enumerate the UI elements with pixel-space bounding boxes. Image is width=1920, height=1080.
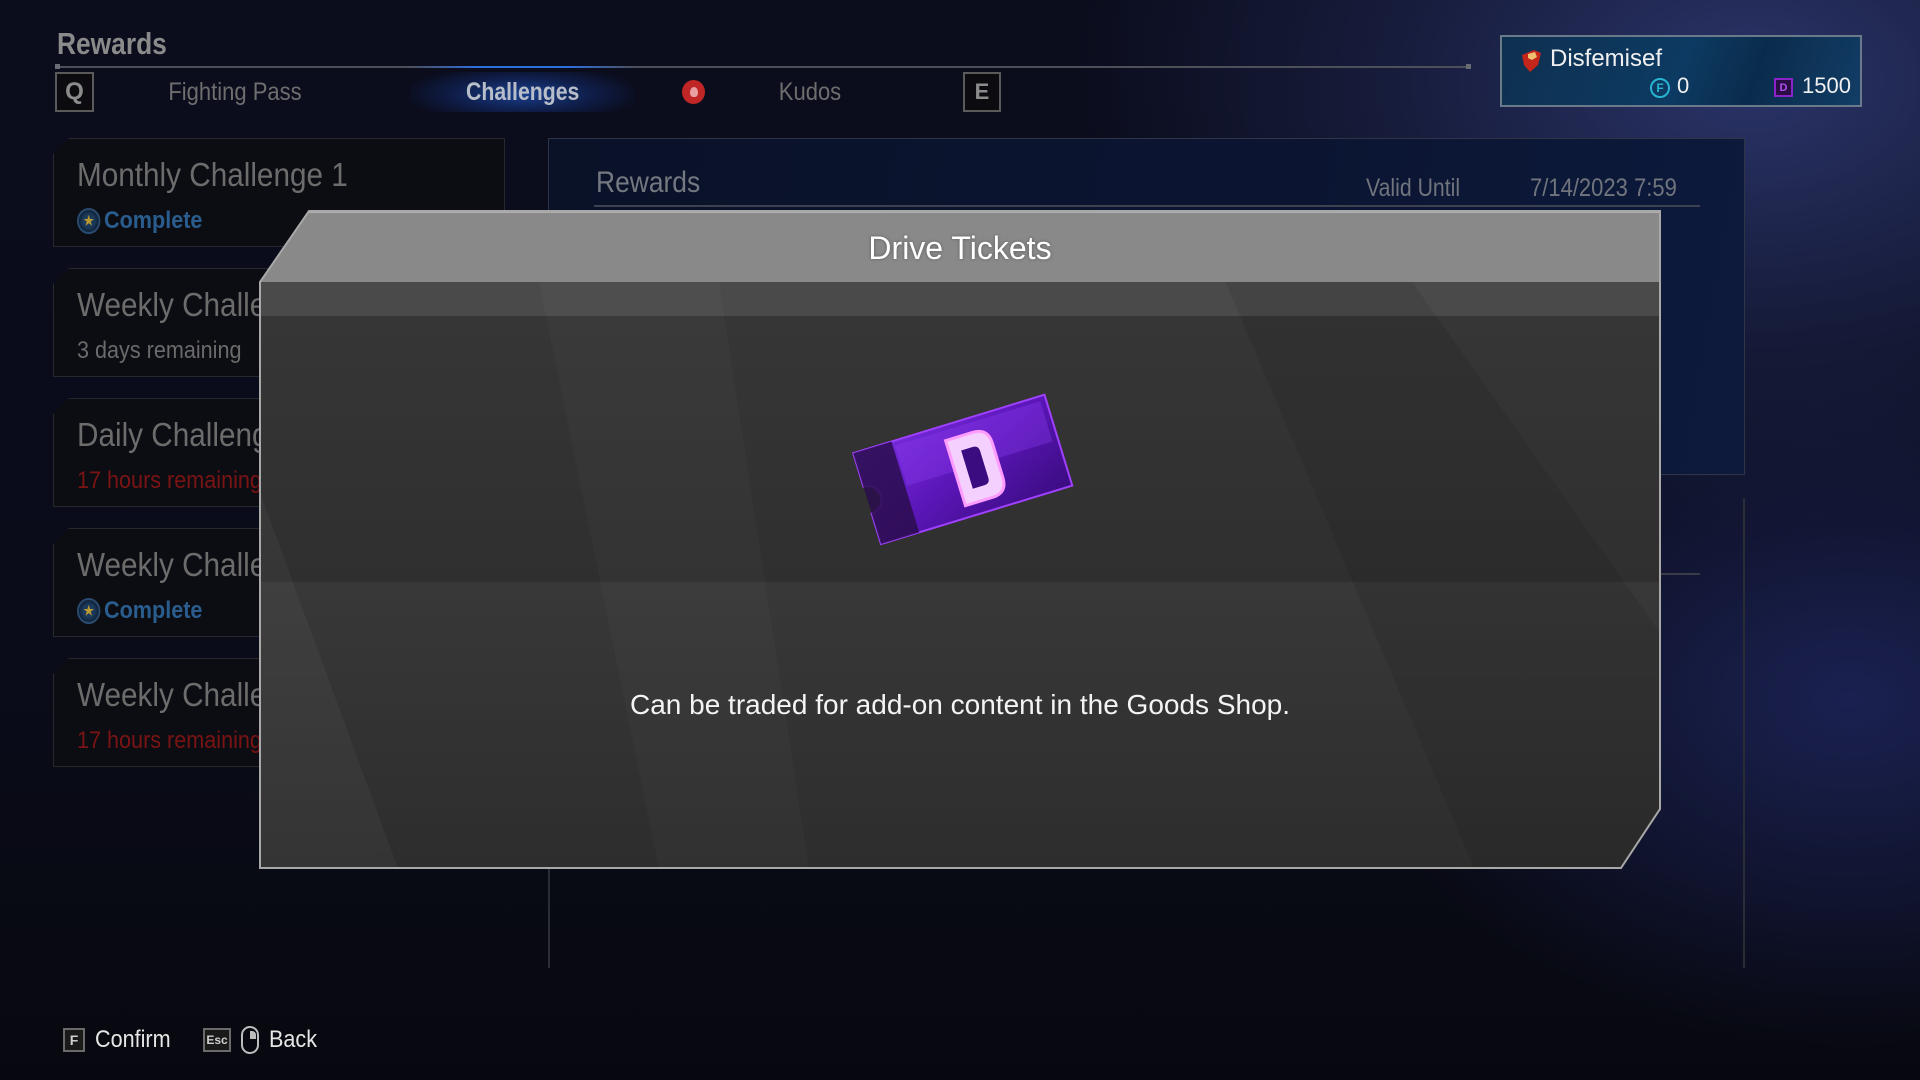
mouse-right-click-icon <box>241 1026 260 1054</box>
esc-key-icon: Esc <box>203 1028 232 1052</box>
dialog-body: Can be traded for add-on content in the … <box>259 282 1661 869</box>
confirm-key-icon: F <box>63 1028 85 1052</box>
dialog-title: Drive Tickets <box>868 230 1052 266</box>
character-avatar-icon <box>1522 50 1541 72</box>
page-title: Rewards <box>57 26 167 61</box>
player-profile: Disfemisef F 0 D 1500 <box>1500 35 1862 107</box>
valid-until-label: Valid Until <box>1366 174 1461 202</box>
drive-ticket-currency-icon: D <box>1774 78 1793 97</box>
challenge-status: 3 days remaining <box>77 337 242 364</box>
fighter-coin-icon: F <box>1650 78 1670 98</box>
tab-challenges[interactable]: Challenges <box>410 66 635 112</box>
background-facet <box>539 282 809 869</box>
button-hints: F Confirm Esc Back <box>63 1024 336 1056</box>
tab-challenges-label: Challenges <box>465 77 580 106</box>
challenge-status-text: Complete <box>104 207 203 234</box>
challenge-status-text: Complete <box>104 597 203 624</box>
valid-until-value: 7/14/2023 7:59 <box>1530 174 1677 202</box>
alert-badge-icon <box>682 80 705 104</box>
challenge-title: Daily Challenge <box>77 416 286 453</box>
challenge-title: Monthly Challenge 1 <box>77 156 348 193</box>
challenge-status: ★ Complete <box>77 207 202 235</box>
back-hint[interactable]: Back <box>269 1026 317 1054</box>
rewards-panel-title: Rewards <box>596 166 701 199</box>
prev-tab-key-button[interactable]: Q <box>55 72 94 112</box>
fighter-coin-count: 0 <box>1677 73 1690 98</box>
confirm-hint[interactable]: Confirm <box>95 1026 171 1054</box>
rewards-panel-divider <box>594 205 1700 207</box>
item-info-dialog: Drive Tickets Can be traded for add-on c… <box>259 210 1661 869</box>
complete-medal-icon: ★ <box>77 598 101 624</box>
drive-ticket-count: 1500 <box>1802 73 1851 98</box>
challenge-status: 17 hours remaining <box>77 467 262 494</box>
challenge-status: 17 hours remaining <box>77 727 262 754</box>
header-divider <box>55 64 1471 69</box>
complete-medal-icon: ★ <box>77 208 101 234</box>
dialog-header: Drive Tickets <box>259 210 1661 282</box>
drive-ticket-icon <box>851 393 1074 546</box>
next-tab-key-button[interactable]: E <box>963 72 1001 112</box>
tab-fighting-pass[interactable]: Fighting Pass <box>151 72 318 112</box>
dialog-description: Can be traded for add-on content in the … <box>629 689 1290 720</box>
background-facet <box>1225 282 1661 869</box>
challenge-status: ★ Complete <box>77 597 202 625</box>
player-name: Disfemisef <box>1550 45 1663 72</box>
tab-kudos[interactable]: Kudos <box>748 72 871 112</box>
